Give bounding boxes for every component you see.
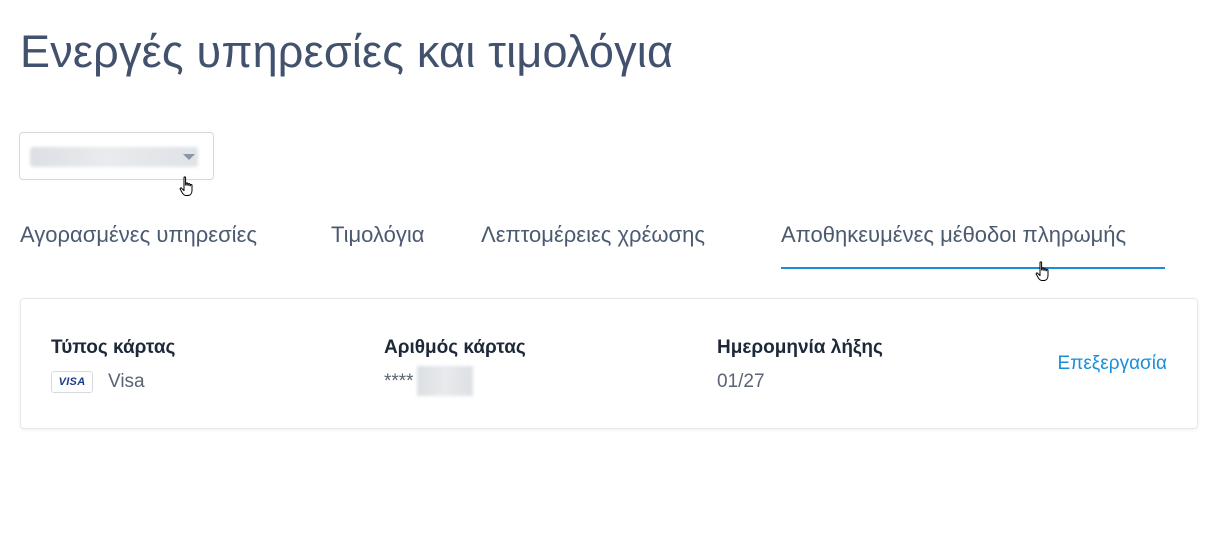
expiry-label: Ημερομηνία λήξης xyxy=(717,337,883,358)
account-dropdown-value xyxy=(30,147,198,167)
visa-card-icon: VISA xyxy=(51,371,93,393)
page-title: Ενεργές υπηρεσίες και τιμολόγια xyxy=(20,26,674,77)
edit-payment-method-link[interactable]: Επεξεργασία xyxy=(1058,353,1167,375)
card-number-label: Αριθμός κάρτας xyxy=(384,337,526,358)
account-dropdown[interactable] xyxy=(19,132,214,180)
card-number-value: **** xyxy=(384,371,414,392)
card-type-label: Τύπος κάρτας xyxy=(51,337,176,358)
expiry-value: 01/27 xyxy=(717,371,765,392)
tab-saved-payment-methods[interactable]: Αποθηκευμένες μέθοδοι πληρωμής xyxy=(781,222,1126,248)
tab-billing-details[interactable]: Λεπτομέρειες χρέωσης xyxy=(481,222,705,248)
tab-invoices[interactable]: Τιμολόγια xyxy=(331,222,425,248)
chevron-down-icon xyxy=(183,154,195,160)
tab-purchased-services[interactable]: Αγορασμένες υπηρεσίες xyxy=(20,222,257,248)
payment-method-card: Τύπος κάρτας VISA Visa Αριθμός κάρτας **… xyxy=(20,298,1198,429)
hand-pointer-icon xyxy=(179,176,193,196)
card-number-redaction xyxy=(417,366,473,396)
active-tab-indicator xyxy=(781,267,1165,269)
page: Ενεργές υπηρεσίες και τιμολόγια Αγορασμέ… xyxy=(0,0,1229,533)
card-type-value: Visa xyxy=(108,371,145,392)
hand-pointer-icon xyxy=(1035,261,1049,281)
